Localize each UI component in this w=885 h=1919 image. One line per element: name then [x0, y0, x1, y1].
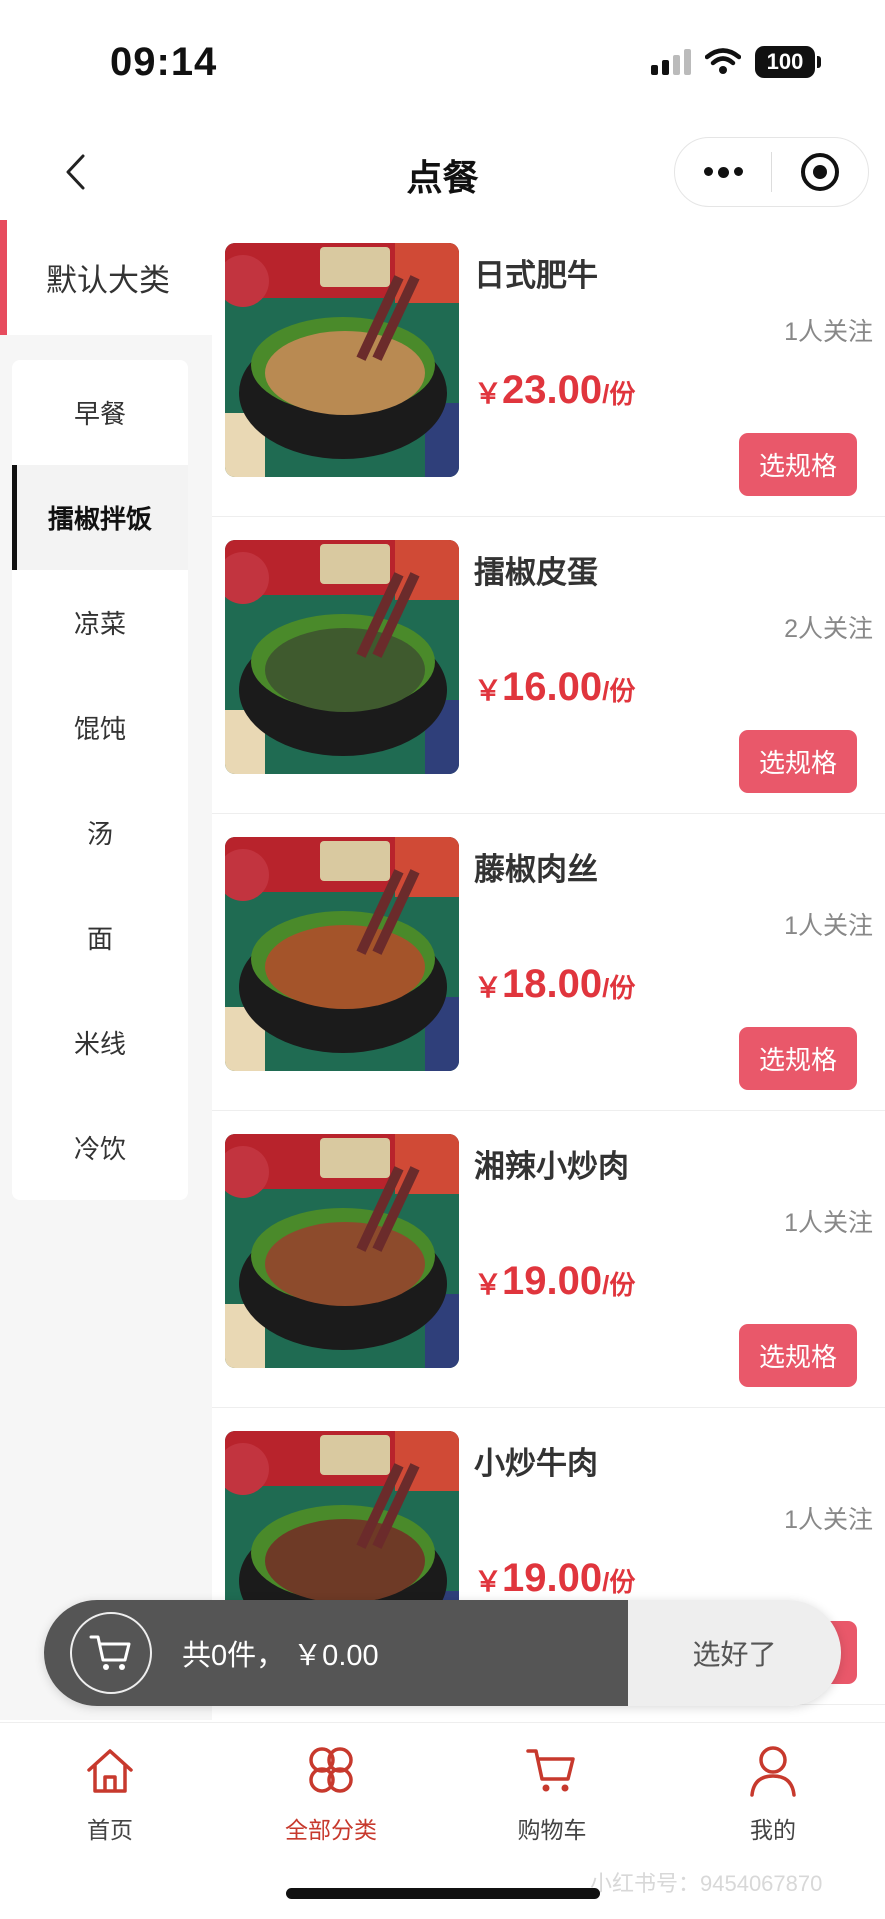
- product-followers: 2人关注: [784, 615, 873, 643]
- product-image[interactable]: [225, 540, 459, 774]
- select-spec-button[interactable]: 选规格: [739, 433, 857, 496]
- product-list: 日式肥牛 1人关注 ￥23.00/份 选规格 擂椒皮蛋 2人关注 ￥16.00/份 选规格 藤椒…: [212, 220, 885, 1720]
- tab-label: 首页: [87, 1817, 133, 1843]
- product-image[interactable]: [225, 837, 459, 1071]
- status-icons: 100: [651, 46, 821, 78]
- product-followers: 1人关注: [784, 1209, 873, 1237]
- battery-icon: 100: [755, 46, 821, 78]
- category-item[interactable]: 汤: [12, 780, 188, 885]
- product-followers: 1人关注: [784, 1506, 873, 1534]
- product-name: 湘辣小炒肉: [474, 1149, 629, 1184]
- product-name: 藤椒肉丝: [474, 852, 598, 887]
- cart-bar: 共0件， ￥0.00 选好了: [44, 1600, 841, 1706]
- category-item[interactable]: 凉菜: [12, 570, 188, 675]
- category-item[interactable]: 早餐: [12, 360, 188, 465]
- price-unit: /份: [602, 1270, 636, 1300]
- cart-icon: [89, 1635, 131, 1670]
- price-unit: /份: [602, 973, 636, 1003]
- cart-icon: [522, 1741, 582, 1801]
- category-item[interactable]: 冷饮: [12, 1095, 188, 1200]
- product-price: ￥23.00/份: [474, 368, 635, 413]
- tab-profile[interactable]: 我的: [683, 1741, 863, 1851]
- category-item[interactable]: 面: [12, 885, 188, 990]
- product-card[interactable]: 擂椒皮蛋 2人关注 ￥16.00/份选规格: [212, 517, 885, 814]
- price-amount: 16.00: [502, 665, 603, 709]
- home-icon: [80, 1741, 140, 1801]
- price-currency: ￥: [474, 972, 503, 1003]
- cart-summary-area[interactable]: 共0件， ￥0.00: [44, 1600, 628, 1706]
- user-icon: [743, 1741, 803, 1801]
- product-name: 擂椒皮蛋: [474, 555, 598, 590]
- category-item[interactable]: 擂椒拌饭: [12, 465, 188, 570]
- target-icon: [801, 153, 839, 191]
- category-item[interactable]: 米线: [12, 990, 188, 1095]
- default-category[interactable]: 默认大类: [0, 220, 212, 335]
- home-indicator: [286, 1888, 600, 1899]
- wifi-icon: [705, 48, 741, 74]
- price-amount: 23.00: [502, 368, 603, 412]
- mini-program-capsule: [674, 137, 869, 207]
- product-card[interactable]: 湘辣小炒肉 1人关注 ￥19.00/份选规格: [212, 1111, 885, 1408]
- status-time: 09:14: [110, 40, 218, 84]
- checkout-button[interactable]: 选好了: [628, 1600, 841, 1706]
- category-item[interactable]: 馄饨: [12, 675, 188, 780]
- select-spec-button[interactable]: 选规格: [739, 1027, 857, 1090]
- price-currency: ￥: [474, 675, 503, 706]
- tab-home[interactable]: 首页: [20, 1741, 200, 1851]
- price-currency: ￥: [474, 378, 503, 409]
- cart-total: 共0件， ￥0.00: [182, 1640, 379, 1672]
- product-followers: 1人关注: [784, 318, 873, 346]
- product-card[interactable]: 日式肥牛 1人关注 ￥23.00/份选规格: [212, 220, 885, 517]
- more-button[interactable]: [675, 138, 771, 206]
- product-price: ￥19.00/份: [474, 1259, 635, 1304]
- price-currency: ￥: [474, 1566, 503, 1597]
- cart-button[interactable]: [70, 1612, 152, 1694]
- tab-label: 购物车: [517, 1817, 587, 1843]
- product-followers: 1人关注: [784, 912, 873, 940]
- watermark: 小红书号：9454067870: [590, 1871, 823, 1896]
- tab-label: 全部分类: [285, 1817, 377, 1843]
- product-price: ￥19.00/份: [474, 1556, 635, 1601]
- tab-label: 我的: [750, 1817, 796, 1843]
- product-image[interactable]: [225, 1134, 459, 1368]
- tab-cart[interactable]: 购物车: [462, 1741, 642, 1851]
- price-unit: /份: [602, 1567, 636, 1597]
- category-sidebar: 默认大类 早餐 擂椒拌饭 凉菜 馄饨 汤 面 米线 冷饮: [0, 220, 212, 1720]
- price-unit: /份: [602, 379, 636, 409]
- product-price: ￥16.00/份: [474, 665, 635, 710]
- status-bar: 09:14 100: [0, 0, 885, 120]
- price-unit: /份: [602, 676, 636, 706]
- category-list: 早餐 擂椒拌饭 凉菜 馄饨 汤 面 米线 冷饮: [12, 360, 188, 1200]
- select-spec-button[interactable]: 选规格: [739, 1324, 857, 1387]
- signal-icon: [651, 49, 691, 75]
- product-image[interactable]: [225, 243, 459, 477]
- price-amount: 19.00: [502, 1556, 603, 1600]
- product-name: 小炒牛肉: [474, 1446, 598, 1481]
- tab-categories[interactable]: 全部分类: [241, 1741, 421, 1851]
- price-amount: 18.00: [502, 962, 603, 1006]
- product-card[interactable]: 藤椒肉丝 1人关注 ￥18.00/份选规格: [212, 814, 885, 1111]
- nav-bar: 点餐: [0, 125, 885, 220]
- select-spec-button[interactable]: 选规格: [739, 730, 857, 793]
- close-mini-program-button[interactable]: [772, 138, 868, 206]
- category-icon: [301, 1741, 361, 1801]
- product-price: ￥18.00/份: [474, 962, 635, 1007]
- price-amount: 19.00: [502, 1259, 603, 1303]
- more-icon: [703, 166, 743, 178]
- price-currency: ￥: [474, 1269, 503, 1300]
- product-name: 日式肥牛: [474, 258, 598, 293]
